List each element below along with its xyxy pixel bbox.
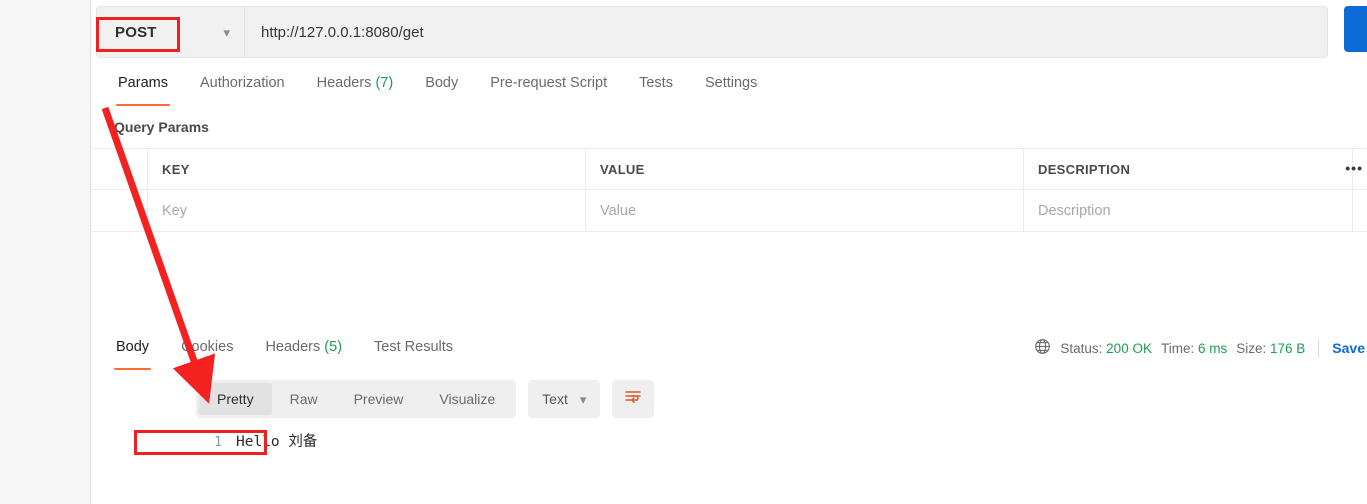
line-number: 1: [214, 434, 223, 450]
response-tab-test-results[interactable]: Test Results: [358, 336, 469, 368]
tab-pre-request-script[interactable]: Pre-request Script: [474, 72, 623, 104]
tab-body[interactable]: Body: [409, 72, 474, 104]
response-tab-body-label: Body: [116, 339, 150, 355]
row-actions-cell: [1353, 190, 1367, 231]
response-tab-body[interactable]: Body: [100, 336, 165, 370]
response-format-toolbar: Pretty Raw Preview Visualize Text ▾: [196, 380, 655, 418]
chevron-down-icon: ▾: [223, 24, 230, 40]
tab-settings[interactable]: Settings: [689, 72, 773, 104]
time-label: Time:: [1160, 340, 1195, 356]
query-params-title: Query Params: [114, 119, 209, 135]
table-header-row: KEY VALUE DESCRIPTION: [92, 148, 1367, 190]
url-bar: POST ▾ http://127.0.0.1:8080/get S: [96, 6, 1367, 58]
tab-headers-count: (7): [375, 75, 394, 91]
response-status-bar: Status: 200 OK Time: 6 ms Size: 176 B Sa…: [1034, 338, 1365, 358]
word-wrap-icon: [623, 388, 643, 411]
http-method-selector[interactable]: POST ▾: [97, 7, 245, 57]
size-label: Size:: [1236, 340, 1267, 356]
response-tab-headers-count: (5): [324, 339, 343, 355]
response-tabs: Body Cookies Headers (5) Test Results: [92, 336, 469, 370]
header-checkbox-cell: [92, 149, 148, 189]
response-tab-cookies-label: Cookies: [181, 339, 234, 355]
tab-settings-label: Settings: [704, 75, 758, 91]
tab-tests[interactable]: Tests: [623, 72, 689, 104]
view-mode-group: Pretty Raw Preview Visualize: [196, 380, 517, 418]
tab-headers-label: Headers: [316, 75, 372, 91]
status-code[interactable]: Status: 200 OK: [1060, 341, 1152, 356]
request-tabs: Params Authorization Headers (7) Body Pr…: [92, 72, 1367, 108]
response-tab-headers[interactable]: Headers (5): [249, 336, 358, 368]
tab-authorization[interactable]: Authorization: [184, 72, 301, 104]
view-mode-raw[interactable]: Raw: [272, 383, 336, 415]
value-input[interactable]: Value: [600, 203, 636, 219]
column-header-key: KEY: [162, 161, 190, 177]
status-value: 200 OK: [1106, 340, 1152, 356]
response-body: 1 Hello 刘备: [214, 431, 317, 453]
table-row[interactable]: Key Value Description: [92, 190, 1367, 232]
view-mode-preview[interactable]: Preview: [336, 383, 422, 415]
row-checkbox[interactable]: [92, 190, 148, 231]
tab-authorization-label: Authorization: [199, 75, 285, 91]
chevron-down-icon: ▾: [579, 391, 587, 407]
response-size[interactable]: Size: 176 B: [1236, 341, 1305, 356]
time-value: 6 ms: [1197, 340, 1228, 356]
request-response-pane: POST ▾ http://127.0.0.1:8080/get S Param…: [92, 0, 1367, 504]
left-sidebar-rail: [0, 0, 91, 504]
view-mode-visualize[interactable]: Visualize: [421, 383, 513, 415]
url-input-group: POST ▾ http://127.0.0.1:8080/get: [96, 6, 1328, 58]
response-tab-cookies[interactable]: Cookies: [165, 336, 249, 368]
key-input[interactable]: Key: [162, 203, 187, 219]
send-button[interactable]: S: [1344, 6, 1367, 52]
tab-tests-label: Tests: [639, 75, 673, 91]
divider: [1318, 338, 1320, 358]
tab-params[interactable]: Params: [102, 72, 184, 106]
response-body-text[interactable]: Hello 刘备: [236, 431, 317, 453]
tab-pre-request-script-label: Pre-request Script: [490, 75, 608, 91]
content-type-label: Text: [542, 391, 568, 407]
word-wrap-button[interactable]: [612, 380, 655, 418]
column-header-value: VALUE: [600, 161, 645, 177]
url-input[interactable]: http://127.0.0.1:8080/get: [245, 7, 1327, 57]
globe-icon: [1034, 338, 1051, 358]
ellipsis-icon[interactable]: •••: [1345, 160, 1363, 176]
postman-window: POST ▾ http://127.0.0.1:8080/get S Param…: [0, 0, 1367, 504]
response-tab-test-results-label: Test Results: [374, 339, 454, 355]
response-time[interactable]: Time: 6 ms: [1161, 341, 1227, 356]
description-input[interactable]: Description: [1038, 203, 1111, 219]
response-tab-headers-label: Headers: [265, 339, 321, 355]
tab-params-label: Params: [118, 75, 168, 91]
column-header-description: DESCRIPTION: [1038, 161, 1131, 177]
save-response-link[interactable]: Save: [1332, 340, 1365, 356]
size-value: 176 B: [1270, 340, 1306, 356]
content-type-dropdown[interactable]: Text ▾: [528, 380, 601, 418]
http-method-label: POST: [115, 23, 157, 41]
view-mode-pretty[interactable]: Pretty: [199, 383, 272, 415]
tab-headers[interactable]: Headers (7): [301, 72, 410, 104]
tab-body-label: Body: [425, 75, 459, 91]
status-label: Status:: [1060, 340, 1103, 356]
query-params-table: KEY VALUE DESCRIPTION Key Value Descript…: [92, 148, 1367, 232]
